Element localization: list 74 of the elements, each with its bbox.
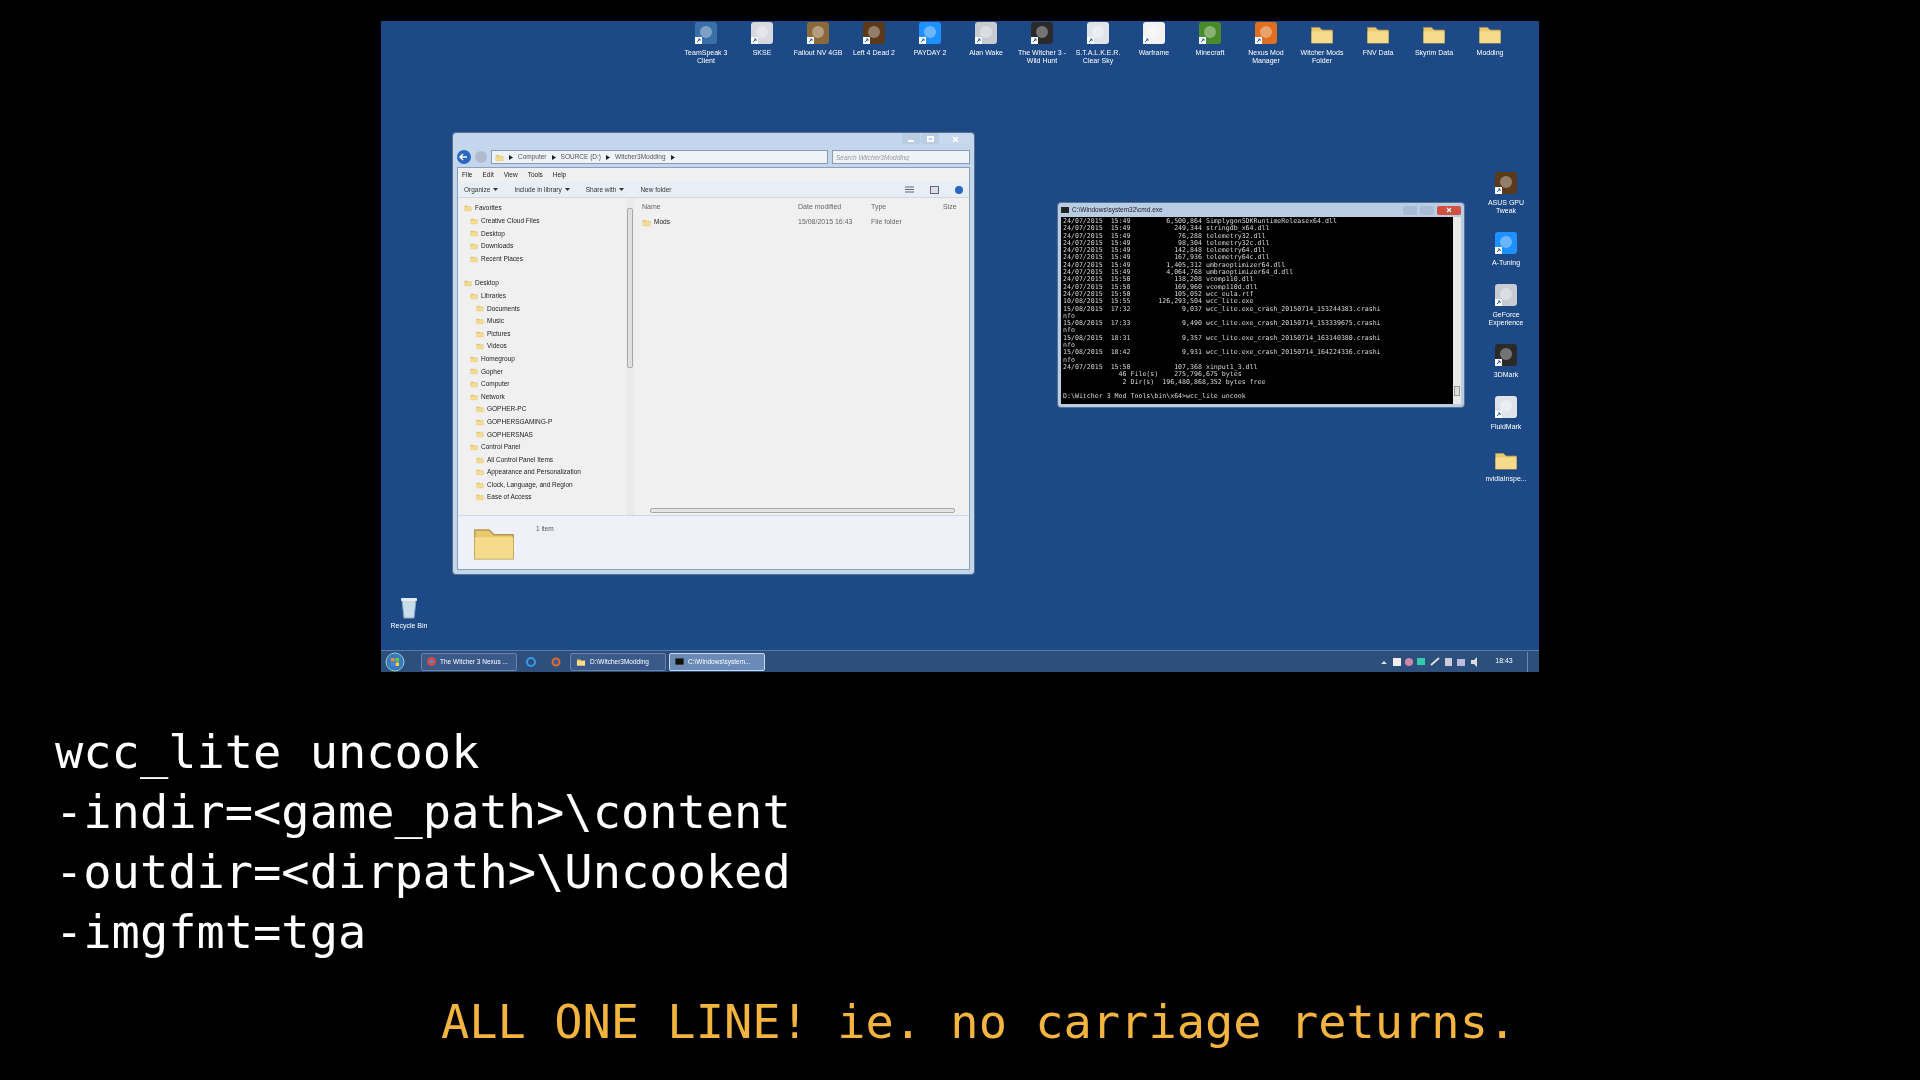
app-icon	[749, 21, 775, 47]
caret-icon	[564, 187, 570, 192]
chevron-icon	[670, 154, 675, 160]
folder-icon	[476, 430, 484, 439]
folder-icon	[470, 254, 478, 263]
app-icon	[1085, 21, 1111, 47]
folder-icon	[476, 455, 484, 464]
app-icon	[917, 21, 943, 47]
folder-icon	[470, 242, 478, 251]
folder-icon	[470, 354, 478, 363]
folder-icon	[476, 480, 484, 489]
app-icon	[1493, 171, 1519, 197]
close-button[interactable]	[1437, 205, 1461, 215]
app-icon	[693, 21, 719, 47]
folder-icon	[476, 317, 484, 326]
app-icon	[1029, 21, 1055, 47]
folder-icon	[476, 417, 484, 426]
folder-icon	[495, 152, 504, 162]
caret-icon	[493, 187, 499, 192]
command-line: -imgfmt=tga	[55, 903, 368, 961]
console-icon	[1061, 207, 1069, 213]
caret-icon	[619, 187, 625, 192]
scrollbar-thumb[interactable]	[1454, 386, 1460, 396]
app-icon	[805, 21, 831, 47]
folder-icon	[470, 392, 478, 401]
app-icon	[1493, 395, 1519, 421]
folder-icon	[576, 656, 586, 667]
folder-icon	[476, 304, 484, 313]
chevron-icon	[551, 154, 556, 160]
close-icon	[951, 136, 959, 143]
app-icon	[1493, 231, 1519, 257]
console-icon	[675, 658, 684, 665]
preview-pane-icon[interactable]	[930, 185, 939, 194]
folder-icon	[470, 367, 478, 376]
browser-icon	[551, 656, 561, 667]
app-icon	[973, 21, 999, 47]
app-icon	[1253, 21, 1279, 47]
folder-icon	[470, 380, 478, 388]
chevron-icon	[606, 154, 610, 160]
folder-icon	[476, 468, 484, 477]
folder-icon	[464, 279, 472, 288]
scrollbar-thumb[interactable]	[627, 208, 633, 368]
browser-icon	[427, 657, 436, 666]
trash-icon	[398, 595, 420, 619]
folder-icon	[470, 229, 478, 238]
maximize-button[interactable]	[921, 133, 939, 144]
help-icon[interactable]	[955, 185, 963, 194]
folder-icon	[464, 204, 472, 213]
folder-icon	[476, 329, 484, 338]
app-icon	[1493, 343, 1519, 369]
folder-icon	[476, 493, 484, 502]
horizontal-scrollbar[interactable]	[650, 508, 955, 513]
chevron-icon	[509, 154, 513, 160]
folder-icon	[642, 217, 651, 227]
folder-icon	[470, 216, 478, 225]
back-button[interactable]	[457, 150, 471, 164]
start-button[interactable]	[385, 651, 405, 672]
folder-icon	[470, 443, 478, 451]
app-icon	[1493, 283, 1519, 309]
command-line: -indir=<game_path>\content	[55, 783, 792, 841]
close-icon	[1446, 207, 1452, 213]
command-line: wcc_lite uncook	[55, 723, 481, 781]
forward-button[interactable]	[475, 151, 487, 163]
minimize-button[interactable]	[902, 133, 920, 144]
app-icon	[1141, 21, 1167, 47]
instruction-note: ALL ONE LINE! ie. no carriage returns.	[441, 993, 1517, 1051]
app-icon	[1197, 21, 1223, 47]
app-icon	[861, 21, 887, 47]
command-line: -outdir=<dirpath>\Uncooked	[55, 843, 792, 901]
view-options-icon[interactable]	[905, 186, 914, 193]
folder-icon	[476, 405, 484, 414]
browser-icon	[526, 656, 536, 667]
folder-icon	[470, 291, 478, 300]
folder-icon	[476, 342, 484, 351]
